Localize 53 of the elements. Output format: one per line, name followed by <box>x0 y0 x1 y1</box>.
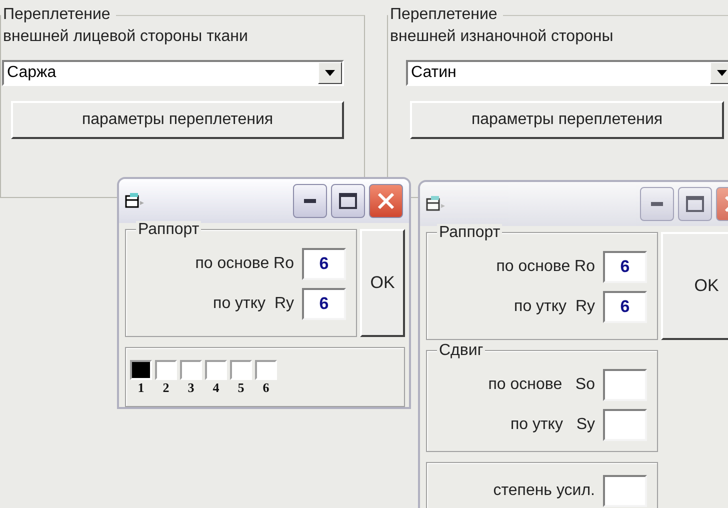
cell-number: 2 <box>162 380 170 396</box>
input-field[interactable]: 6 <box>603 251 647 283</box>
pattern-cell[interactable] <box>180 360 202 380</box>
maximize-icon <box>339 193 357 209</box>
input-field[interactable] <box>603 409 647 441</box>
maximize-button[interactable] <box>678 187 712 221</box>
input-field[interactable] <box>603 475 647 507</box>
minimize-button[interactable] <box>640 187 674 221</box>
maximize-icon <box>686 196 704 212</box>
group-subtitle: внешней изнаночной стороны <box>390 28 614 46</box>
minimize-icon <box>304 199 316 203</box>
field-label: по утку Sy <box>510 416 595 434</box>
cell-number: 5 <box>238 380 244 396</box>
group-label: Раппорт <box>136 221 202 239</box>
close-button[interactable] <box>369 184 403 218</box>
pattern-cell[interactable] <box>255 360 277 380</box>
field-label: по основе Ro <box>195 255 294 273</box>
group-label: Сдвиг <box>437 342 486 360</box>
cell-number: 3 <box>188 380 194 396</box>
field-label: по утку Ry <box>213 295 294 313</box>
parameters-button[interactable]: параметры переплетения <box>11 101 344 139</box>
caret-icon <box>717 70 727 76</box>
caret-icon <box>325 70 335 76</box>
input-field[interactable] <box>603 369 647 401</box>
pattern-cell[interactable] <box>130 360 152 380</box>
ok-button[interactable]: OK <box>661 232 728 340</box>
cell-number: 4 <box>212 380 220 396</box>
input-field[interactable]: 6 <box>302 288 346 320</box>
field-label: по основе So <box>488 376 595 394</box>
cell-number: 1 <box>138 380 144 396</box>
minimize-icon <box>651 202 663 206</box>
group-label: Переплетение <box>2 6 112 24</box>
field-label: степень усил. <box>493 482 595 500</box>
group-subtitle: внешней лицевой стороны ткани <box>3 28 248 46</box>
field-label: по утку Ry <box>514 298 595 316</box>
group-label: Раппорт <box>437 224 502 242</box>
maximize-button[interactable] <box>331 184 365 218</box>
dropdown[interactable]: Сатин <box>406 60 728 86</box>
app-icon <box>426 196 446 212</box>
pattern-cell[interactable] <box>155 360 177 380</box>
close-icon <box>377 192 395 210</box>
minimize-button[interactable] <box>293 184 327 218</box>
parameters-button[interactable]: параметры переплетения <box>410 101 724 139</box>
input-field[interactable]: 6 <box>302 248 346 280</box>
ok-button[interactable]: OK <box>360 229 405 337</box>
input-field[interactable]: 6 <box>603 291 647 323</box>
pattern-cell[interactable] <box>230 360 252 380</box>
pattern-cell[interactable] <box>205 360 227 380</box>
dropdown[interactable]: Саржа <box>2 60 344 86</box>
app-icon <box>125 193 145 209</box>
group-label: Переплетение <box>389 6 498 24</box>
cell-number: 6 <box>262 380 270 396</box>
field-label: по основе Ro <box>496 258 595 276</box>
